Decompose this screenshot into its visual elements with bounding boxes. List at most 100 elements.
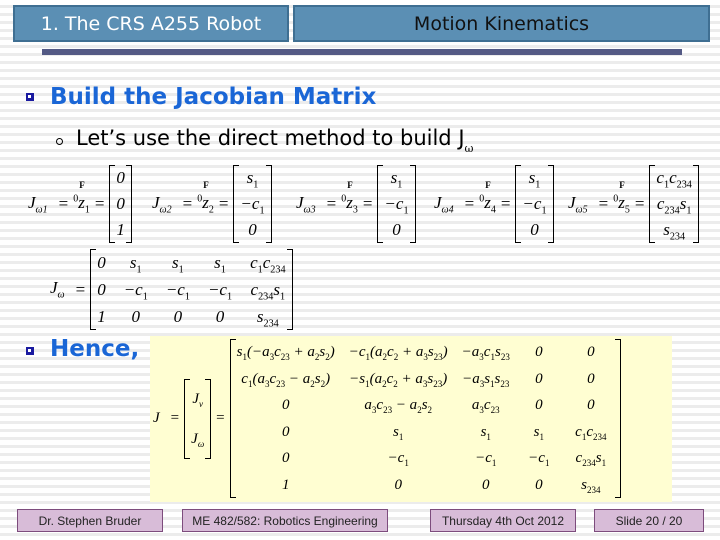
matrix-entry: 0 — [281, 397, 290, 413]
equals-sign: = — [58, 194, 69, 213]
full-jacobian-equation: J = Jv Jω = s1(−a3c23 + a2s2) −c1(a2c2 + a… — [153, 339, 621, 498]
matrix-entry: −c1 — [528, 450, 550, 468]
matrix-entry: 0 — [116, 194, 125, 213]
matrix-entry: −c1 — [384, 194, 409, 217]
matrix-entry: c1c234 — [250, 253, 286, 276]
matrix-entry: −s1(a2c2 + a3s23) — [349, 370, 448, 389]
jw-column-equation: Jω3 = 0z F 3 = s1 −c1 0 — [296, 165, 416, 243]
matrix-entry: −c1 — [522, 194, 547, 217]
jw-lhs: Jω — [50, 278, 65, 301]
matrix-entry: s1 — [393, 423, 404, 442]
matrix-entry: 0 — [281, 450, 290, 466]
heading-hence: Hence, — [50, 336, 140, 362]
z-axis-vector: 0z F 2 — [197, 179, 214, 216]
heading-build-jacobian: Build the Jacobian Matrix — [50, 84, 377, 110]
matrix-entry: c1(a3c23 − a2s2) — [241, 370, 331, 389]
jw-column-equation: Jω5 = 0z F 5 = c1c234 c234s1 s234 — [568, 165, 700, 243]
matrix-entry: 0 — [535, 370, 543, 387]
matrix-entry: c234s1 — [575, 450, 607, 468]
matrix-entry: 0 — [248, 220, 257, 239]
matrix-entry: s1 — [172, 253, 184, 276]
omega-subscript: ω — [464, 142, 474, 155]
matrix-entry: −a3s1s23 — [462, 370, 510, 389]
matrix-entry: 0 — [535, 476, 543, 493]
matrix-entry: s1 — [246, 168, 259, 191]
matrix-entry: s1 — [528, 168, 541, 191]
equals-sign: = — [598, 194, 609, 213]
equals-sign: = — [464, 194, 475, 213]
matrix-entry: s1 — [480, 423, 491, 442]
matrix-entry: 0 — [173, 307, 183, 326]
jv-jw-stack: Jv Jω — [184, 378, 212, 459]
circle-bullet-icon — [56, 138, 63, 145]
column-vector: c1c234 c234s1 s234 — [649, 165, 700, 243]
matrix-entry: 0 — [394, 476, 402, 493]
matrix-entry: 0 — [587, 370, 595, 387]
matrix-entry: 0 — [535, 397, 543, 413]
direct-method-text: Let’s use the direct method to build Jω — [76, 126, 474, 155]
column-vector: s1 −c1 0 — [377, 165, 416, 243]
jw-col-lhs: Jω5 — [568, 192, 588, 216]
z-axis-vector: 0z F 5 — [613, 179, 630, 216]
stack-entry: Jω — [191, 430, 205, 449]
footer-author: Dr. Stephen Bruder — [17, 509, 163, 532]
matrix-entry: s1(−a3c23 + a2s2) — [236, 344, 335, 362]
z-axis-vector: 0z F 4 — [479, 179, 496, 216]
equals-sign: = — [216, 410, 225, 426]
matrix-entry: s234 — [256, 307, 279, 330]
jw-column-equation: Jω2 = 0z F 2 = s1 −c1 0 — [152, 165, 272, 243]
footer-course: ME 482/582: Robotics Engineering — [182, 509, 388, 532]
z-axis-vector: 0z F 3 — [341, 179, 358, 216]
equals-sign: = — [500, 194, 511, 213]
matrix-entry: −c1 — [475, 450, 497, 468]
equals-sign: = — [362, 194, 373, 213]
equals-sign: = — [170, 410, 180, 426]
matrix-entry: 1 — [281, 476, 290, 493]
matrix-entry: −c1 — [207, 280, 233, 303]
topic-title: Motion Kinematics — [293, 5, 710, 42]
matrix-entry: s1 — [214, 253, 226, 276]
header-divider — [42, 49, 682, 55]
jw-full-equation: Jω = 0 s1 s1 s1 c1c234 0 −c1 −c1 −c1 c234s1 1 0 0 0 s2… — [50, 249, 293, 330]
matrix-entry: −c1(a2c2 + a3s23) — [348, 344, 448, 362]
equals-sign: = — [326, 194, 337, 213]
matrix-entry: a3c23 — [471, 397, 500, 415]
stack-entry: Jv — [192, 390, 203, 409]
jw-col-lhs: Jω3 — [296, 192, 316, 216]
matrix-entry: 0 — [587, 397, 595, 413]
column-vector: 0 0 1 — [109, 165, 132, 243]
matrix-entry: 0 — [587, 344, 595, 360]
square-bullet-icon — [26, 347, 34, 355]
z-axis-vector: 0z F 1 — [73, 179, 90, 216]
matrix-entry: 0 — [97, 280, 106, 299]
equals-sign: = — [218, 194, 229, 213]
matrix-entry: s1 — [533, 423, 544, 442]
matrix-entry: c1c234 — [656, 168, 692, 191]
footer-date: Thursday 4th Oct 2012 — [430, 509, 576, 532]
matrix-entry: c234s1 — [250, 280, 286, 303]
matrix-entry: 0 — [535, 344, 543, 360]
direct-method-label: Let’s use the direct method to build J — [76, 126, 465, 150]
jw-col-lhs: Jω1 — [28, 192, 48, 216]
matrix-entry: a3c23 − a2s2 — [364, 397, 433, 415]
matrix-entry: 0 — [116, 168, 125, 187]
jw-matrix: 0 s1 s1 s1 c1c234 0 −c1 −c1 −c1 c234s1 1 0 0 0 s234 — [90, 249, 293, 330]
matrix-entry: 0 — [481, 476, 490, 493]
matrix-entry: s234 — [581, 476, 601, 495]
matrix-entry: −c1 — [387, 450, 409, 468]
matrix-entry: c1c234 — [575, 423, 607, 442]
jw-col-lhs: Jω4 — [434, 192, 454, 216]
matrix-entry: −c1 — [240, 194, 265, 217]
equals-sign: = — [182, 194, 193, 213]
j-lhs: J — [153, 410, 160, 426]
matrix-entry: 0 — [392, 220, 401, 239]
matrix-entry: c234s1 — [656, 194, 692, 217]
matrix-entry: 0 — [530, 220, 539, 239]
jw-column-equation: Jω4 = 0z F 4 = s1 −c1 0 — [434, 165, 554, 243]
matrix-entry: 1 — [116, 220, 125, 239]
matrix-entry: s234 — [663, 220, 686, 243]
column-vector: s1 −c1 0 — [515, 165, 554, 243]
matrix-entry: −a3c1s23 — [461, 344, 510, 362]
matrix-entry: 1 — [97, 307, 106, 326]
matrix-entry: s1 — [390, 168, 403, 191]
